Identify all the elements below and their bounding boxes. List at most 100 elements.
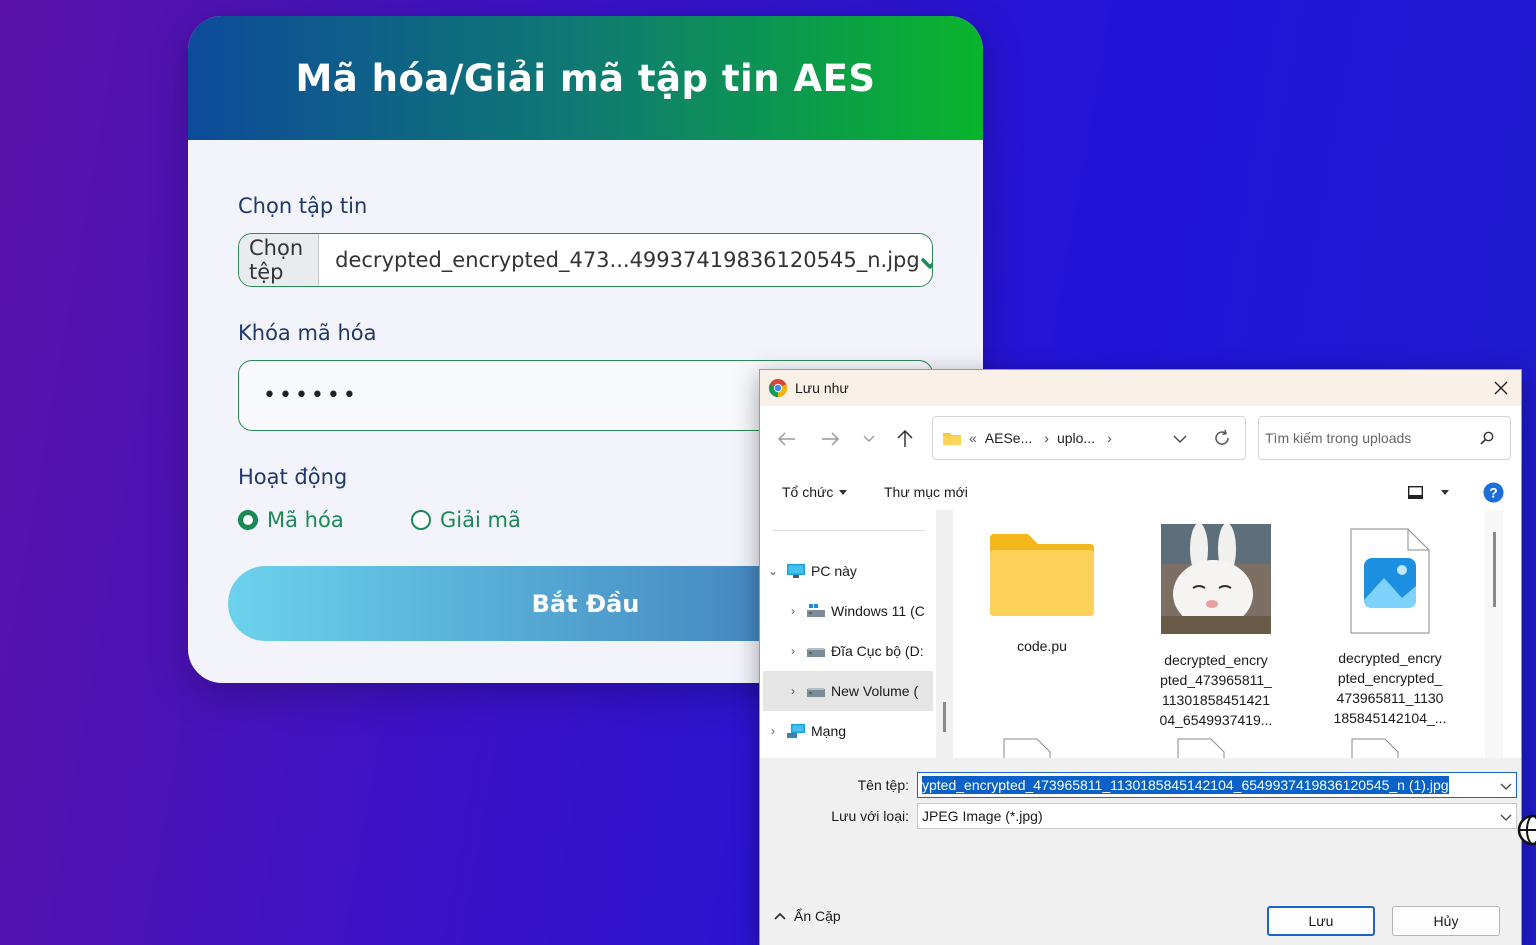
chevron-right-icon[interactable]: › <box>783 644 803 658</box>
nav-item-pc[interactable]: ⌄ PC này <box>763 551 933 591</box>
chrome-icon <box>768 379 788 398</box>
radio-encrypt-circle[interactable] <box>238 510 258 530</box>
address-segment-2[interactable]: uplo... <box>1057 430 1095 446</box>
view-icon <box>1408 485 1423 499</box>
nav-scrollbar[interactable] <box>936 510 953 758</box>
filetype-label: Lưu với loại: <box>831 808 909 824</box>
new-folder-button[interactable]: Thư mục mới <box>884 484 968 500</box>
chevron-right-icon[interactable]: › <box>763 724 783 738</box>
check-icon <box>920 249 932 271</box>
radio-encrypt[interactable]: Mã hóa <box>238 508 344 532</box>
radio-decrypt[interactable]: Giải mã <box>411 508 521 532</box>
drive-icon <box>807 644 825 658</box>
monitor-icon <box>787 564 805 578</box>
dialog-body: ⌄ PC này › Windows 11 (C › Đĩa Cục bộ (D… <box>760 510 1521 758</box>
drive-icon <box>807 684 825 698</box>
organize-label: Tổ chức <box>782 484 834 500</box>
chevron-right-icon[interactable]: › <box>783 684 803 698</box>
bunny-thumbnail <box>1161 524 1271 634</box>
nav-item-local-disk[interactable]: › Đĩa Cục bộ (D: <box>763 631 933 671</box>
save-dialog: Lưu như « AESe... › uplo... › Tìm kiếm t… <box>759 369 1522 945</box>
file-item-folder[interactable]: code.pu <box>967 532 1117 656</box>
nav-item-new-volume[interactable]: › New Volume ( <box>763 671 933 711</box>
chevron-down-icon[interactable] <box>1500 809 1512 825</box>
back-icon[interactable] <box>776 428 798 450</box>
nav-scroll-thumb[interactable] <box>943 702 946 732</box>
refresh-icon[interactable] <box>1213 429 1231 450</box>
chevron-down-icon[interactable]: ⌄ <box>763 564 783 578</box>
up-icon[interactable] <box>894 428 916 450</box>
file-icon <box>1003 738 1051 758</box>
photo-file-icon <box>1350 528 1430 634</box>
folder-icon <box>990 534 1094 616</box>
filetype-value: JPEG Image (*.jpg) <box>922 808 1043 824</box>
address-bar[interactable]: « AESe... › uplo... › <box>932 416 1246 460</box>
filename-input[interactable]: ypted_encrypted_473965811_11301858451421… <box>917 772 1517 798</box>
file-icon <box>1177 738 1225 758</box>
chevron-right-icon[interactable]: › <box>783 604 803 618</box>
file-input[interactable]: Chọn tệp decrypted_encrypted_473...49937… <box>238 233 933 287</box>
dialog-title: Lưu như <box>795 380 849 396</box>
file-name-label: decrypted_encry pted_encrypted_ 47396581… <box>1333 650 1447 726</box>
search-input[interactable]: Tìm kiếm trong uploads <box>1258 416 1511 460</box>
nav-divider <box>773 530 925 531</box>
radio-encrypt-label: Mã hóa <box>267 508 344 532</box>
nav-item-label: Đĩa Cục bộ (D: <box>831 643 924 659</box>
view-button[interactable] <box>1408 485 1449 499</box>
file-item-photo[interactable]: decrypted_encry pted_encrypted_ 47396581… <box>1315 528 1465 728</box>
dialog-footer: Tên tệp: ypted_encrypted_473965811_11301… <box>760 758 1521 945</box>
cancel-button[interactable]: Hủy <box>1392 906 1500 936</box>
globe-icon <box>1516 808 1536 852</box>
svg-text:?: ? <box>1489 484 1498 500</box>
file-scroll-thumb[interactable] <box>1493 532 1496 607</box>
caret-down-icon <box>839 489 848 495</box>
key-value: •••••• <box>263 383 359 408</box>
chevron-right-icon[interactable]: › <box>1044 430 1049 446</box>
choose-file-button[interactable]: Chọn tệp <box>239 234 320 286</box>
search-icon[interactable] <box>1480 431 1494 448</box>
file-item-image[interactable]: decrypted_encry pted_473965811_ 11301858… <box>1141 524 1291 730</box>
key-label: Khóa mã hóa <box>238 321 377 345</box>
filetype-select[interactable]: JPEG Image (*.jpg) <box>917 803 1517 829</box>
card-header: Mã hóa/Giải mã tập tin AES <box>188 16 983 140</box>
network-icon <box>787 724 805 738</box>
nav-item-network[interactable]: › Mạng <box>763 711 933 751</box>
nav-item-windows[interactable]: › Windows 11 (C <box>763 591 933 631</box>
organize-button[interactable]: Tổ chức <box>782 484 848 500</box>
hide-folders-label: Ẩn Cặp <box>794 908 841 924</box>
page-title: Mã hóa/Giải mã tập tin AES <box>295 56 876 100</box>
file-name-label: code.pu <box>1017 638 1067 654</box>
file-label: Chọn tập tin <box>238 194 368 218</box>
close-icon[interactable] <box>1481 370 1521 406</box>
filename-row: Tên tệp: ypted_encrypted_473965811_11301… <box>760 772 1521 798</box>
chevron-up-icon <box>774 912 786 920</box>
hide-folders-button[interactable]: Ẩn Cặp <box>774 908 841 924</box>
save-button[interactable]: Lưu <box>1267 906 1375 936</box>
address-segment-1[interactable]: AESe... <box>985 430 1032 446</box>
nav-bar: « AESe... › uplo... › Tìm kiếm trong upl… <box>760 416 1521 462</box>
file-name: decrypted_encrypted_473...49937419836120… <box>335 248 920 272</box>
help-icon[interactable]: ? <box>1483 482 1504 503</box>
dialog-toolbar: Tổ chức Thư mục mới ? <box>760 474 1521 510</box>
mode-label: Hoạt động <box>238 465 348 489</box>
nav-item-label: New Volume ( <box>831 683 919 699</box>
caret-down-icon <box>1441 489 1449 495</box>
drive-icon <box>807 604 825 618</box>
filename-label: Tên tệp: <box>857 777 909 793</box>
radio-decrypt-label: Giải mã <box>440 508 521 532</box>
radio-decrypt-circle[interactable] <box>411 510 431 530</box>
file-scrollbar[interactable] <box>1485 510 1503 758</box>
chevron-down-icon[interactable] <box>1500 778 1512 794</box>
dialog-titlebar: Lưu như <box>760 370 1521 406</box>
address-overflow[interactable]: « <box>969 430 977 446</box>
new-folder-label: Thư mục mới <box>884 484 968 500</box>
address-dropdown-icon[interactable] <box>1173 431 1187 447</box>
nav-item-label: Windows 11 (C <box>831 603 925 619</box>
nav-item-label: Mạng <box>811 723 847 739</box>
file-name-label: decrypted_encry pted_473965811_ 11301858… <box>1159 652 1273 728</box>
forward-icon[interactable] <box>819 428 841 450</box>
recent-dropdown-icon[interactable] <box>858 428 880 450</box>
chevron-right-icon[interactable]: › <box>1107 430 1112 446</box>
folder-icon <box>943 433 961 445</box>
filetype-row: Lưu với loại: JPEG Image (*.jpg) <box>760 803 1521 829</box>
